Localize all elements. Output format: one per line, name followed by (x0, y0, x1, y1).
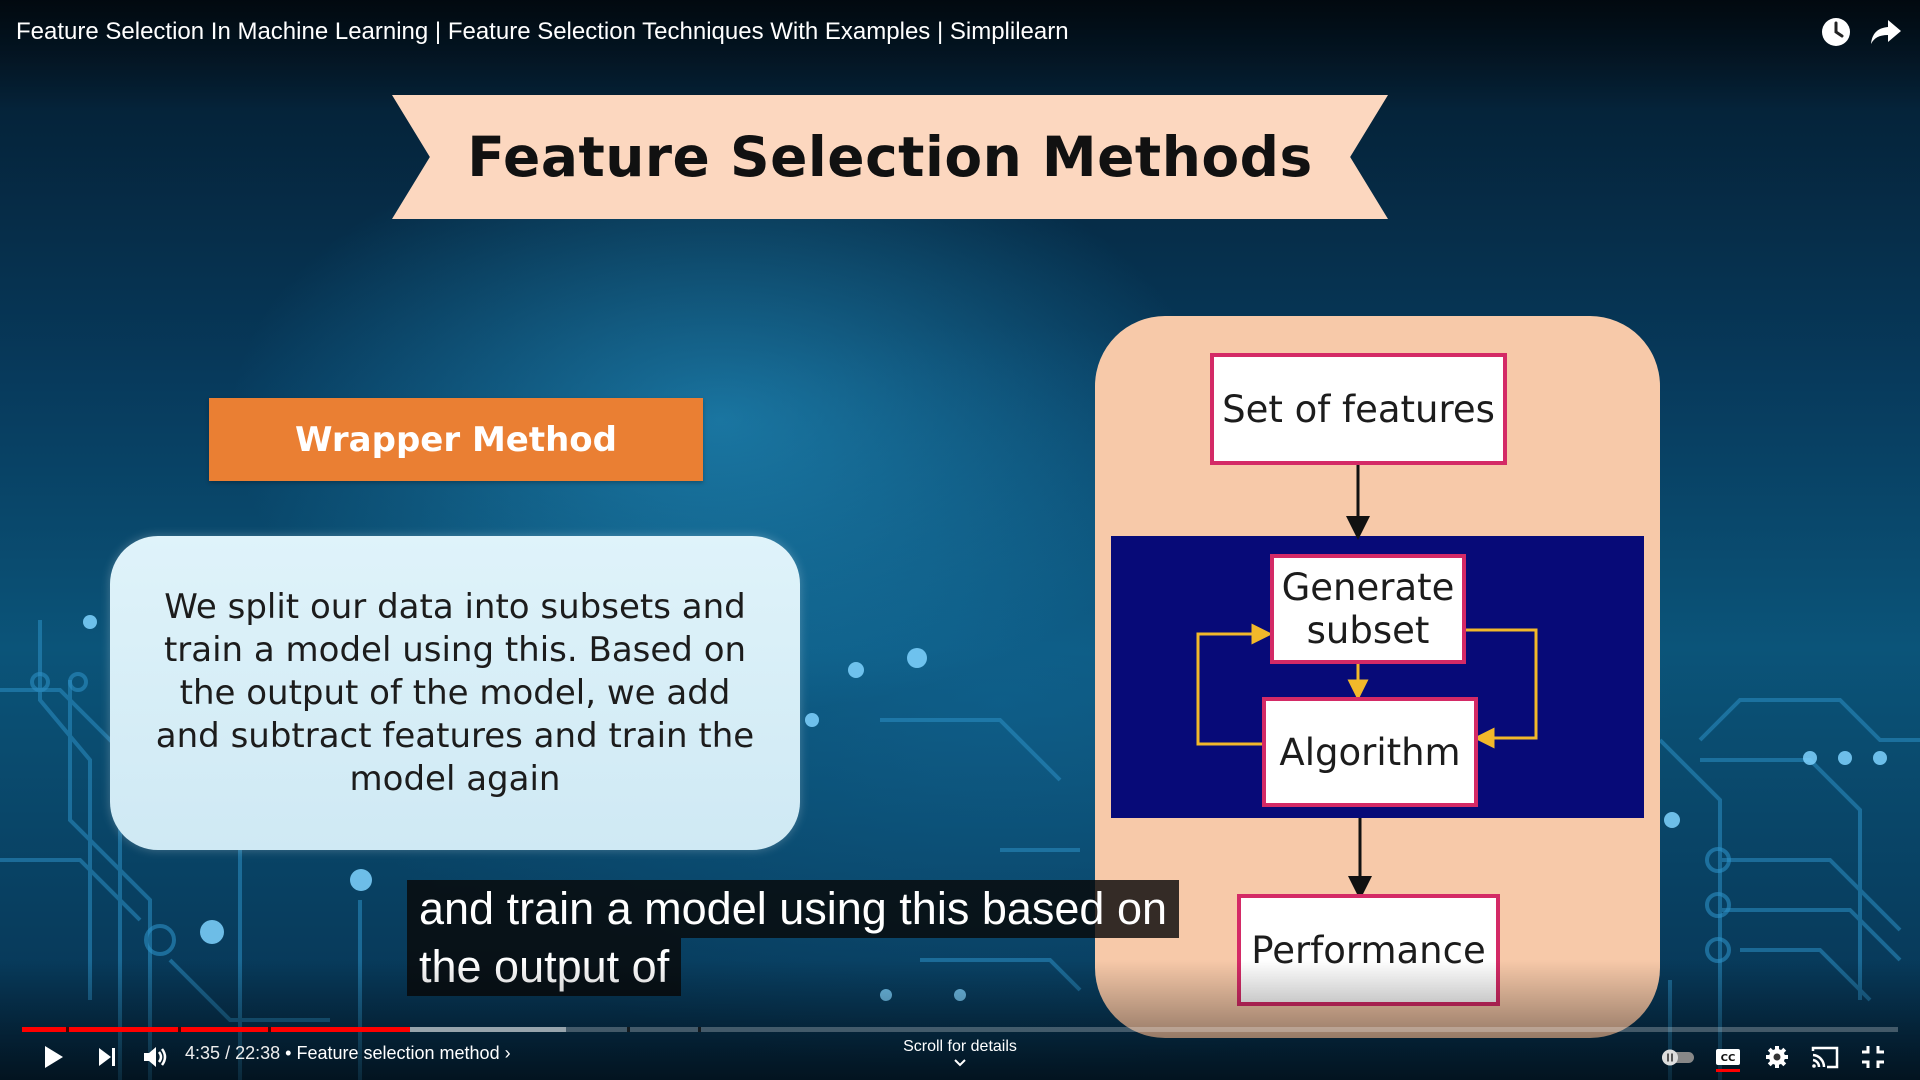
flow-label: Set of features (1222, 387, 1495, 431)
description-line: We split our data into subsets and (164, 586, 746, 627)
description-text: We split our data into subsets and train… (156, 586, 754, 801)
flow-box-set-of-features: Set of features (1210, 353, 1507, 465)
exit-fullscreen-icon[interactable] (1856, 1040, 1890, 1074)
progress-played (22, 1027, 411, 1032)
video-frame[interactable]: Feature Selection In Machine Learning | … (0, 0, 1920, 1080)
flow-label: Algorithm (1279, 730, 1461, 774)
slide-heading: Feature Selection Methods (467, 125, 1313, 189)
flow-box-algorithm: Algorithm (1262, 697, 1478, 807)
cc-icon[interactable]: CC (1711, 1040, 1745, 1074)
caption-line-1: and train a model using this based on (407, 880, 1179, 938)
gear-icon[interactable] (1760, 1040, 1794, 1074)
autoplay-toggle-icon[interactable] (1658, 1040, 1698, 1074)
chevron-down-icon (954, 1059, 966, 1067)
scroll-for-details[interactable]: Scroll for details (840, 1038, 1080, 1068)
chapter-marker (178, 1027, 181, 1032)
volume-icon[interactable] (138, 1040, 172, 1074)
chapter-marker (66, 1027, 69, 1032)
scroll-hint-text: Scroll for details (903, 1038, 1017, 1055)
clock-icon[interactable] (1818, 14, 1854, 50)
wrapper-method-label: Wrapper Method (209, 398, 703, 481)
top-gradient (0, 0, 1920, 110)
time-current: 4:35 (185, 1043, 221, 1063)
flow-label: Generate (1281, 566, 1455, 609)
time-separator: / (225, 1043, 231, 1063)
next-icon[interactable] (90, 1040, 124, 1074)
chapter-marker (268, 1027, 271, 1032)
description-line: model again (349, 758, 561, 799)
chapter-marker (698, 1027, 701, 1032)
chapter-marker (627, 1027, 630, 1032)
chapter-title[interactable]: • Feature selection method › (285, 1043, 510, 1063)
svg-text:CC: CC (1721, 1053, 1736, 1064)
description-line: the output of the model, we add (179, 672, 731, 713)
play-icon[interactable] (36, 1040, 70, 1074)
time-total: 22:38 (235, 1043, 281, 1063)
video-title[interactable]: Feature Selection In Machine Learning | … (16, 18, 1069, 46)
flow-box-generate-subset: Generate subset (1270, 554, 1466, 664)
share-icon[interactable] (1868, 14, 1904, 50)
description-line: and subtract features and train the (155, 715, 755, 756)
cast-icon[interactable] (1808, 1040, 1842, 1074)
time-display: 4:35 / 22:38 • Feature selection method … (185, 1043, 511, 1064)
flow-label: subset (1306, 609, 1430, 652)
progress-bar[interactable] (22, 1027, 1898, 1032)
description-box: We split our data into subsets and train… (110, 536, 800, 850)
description-line: train a model using this. Based on (163, 629, 747, 670)
